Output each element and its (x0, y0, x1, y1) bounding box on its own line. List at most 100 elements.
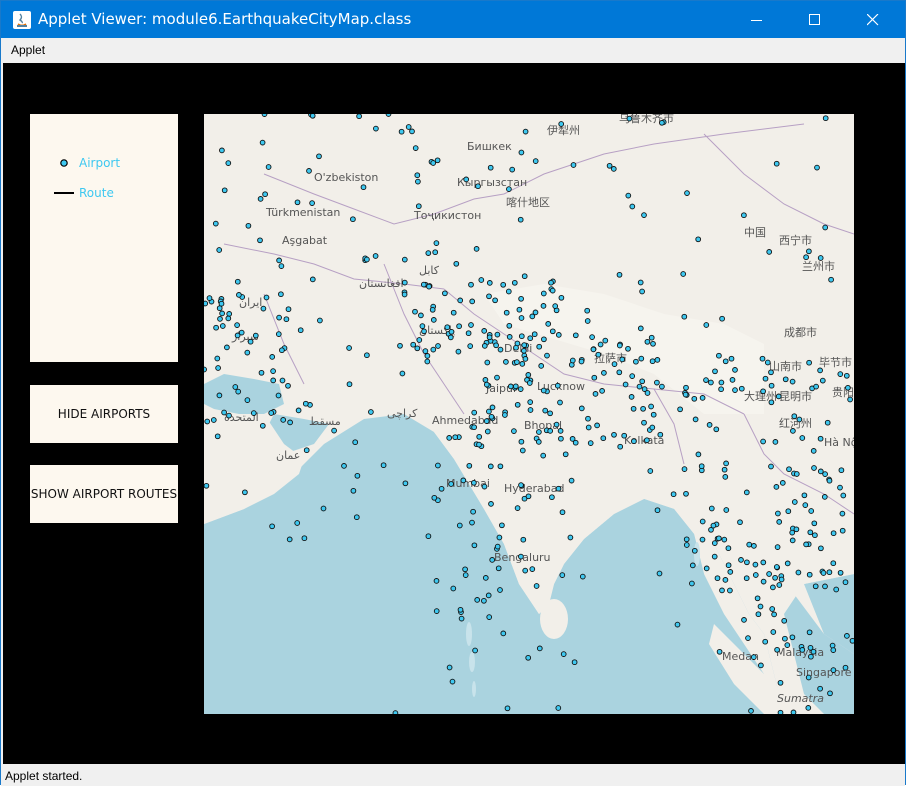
airport-marker[interactable] (471, 409, 478, 416)
airport-marker[interactable] (741, 617, 747, 623)
airport-marker[interactable] (695, 236, 702, 243)
airport-marker[interactable] (471, 542, 478, 549)
airport-marker[interactable] (762, 638, 769, 645)
airport-marker[interactable] (414, 172, 421, 179)
airport-marker[interactable] (629, 373, 636, 379)
airport-marker[interactable] (260, 305, 267, 312)
airport-marker[interactable] (492, 297, 498, 304)
airport-marker[interactable] (385, 114, 392, 117)
airport-marker[interactable] (766, 249, 773, 255)
airport-marker[interactable] (465, 330, 472, 337)
airport-marker[interactable] (221, 187, 228, 194)
airport-marker[interactable] (820, 570, 827, 576)
airport-marker[interactable] (557, 428, 564, 434)
airport-marker[interactable] (567, 534, 574, 541)
airport-marker[interactable] (802, 502, 809, 508)
airport-marker[interactable] (711, 553, 718, 560)
airport-marker[interactable] (536, 645, 543, 652)
airport-marker[interactable] (507, 383, 514, 390)
airport-marker[interactable] (745, 635, 751, 641)
airport-marker[interactable] (364, 256, 370, 263)
airport-marker[interactable] (784, 560, 791, 567)
airport-marker[interactable] (505, 288, 512, 295)
airport-marker[interactable] (431, 494, 438, 501)
airport-marker[interactable] (644, 338, 651, 345)
airport-marker[interactable] (725, 562, 732, 569)
airport-marker[interactable] (683, 490, 689, 497)
airport-marker[interactable] (346, 345, 352, 351)
airport-marker[interactable] (768, 463, 774, 470)
airport-marker[interactable] (317, 317, 323, 324)
airport-marker[interactable] (684, 190, 690, 196)
airport-marker[interactable] (204, 366, 207, 373)
airport-marker[interactable] (760, 578, 767, 585)
airport-marker[interactable] (257, 196, 264, 202)
airport-marker[interactable] (283, 316, 290, 323)
airport-marker[interactable] (225, 315, 232, 322)
airport-marker[interactable] (722, 474, 729, 480)
airport-marker[interactable] (782, 376, 789, 383)
airport-marker[interactable] (341, 463, 347, 469)
airport-marker[interactable] (814, 164, 820, 171)
airport-marker[interactable] (522, 567, 529, 574)
airport-marker[interactable] (279, 347, 285, 354)
airport-marker[interactable] (639, 288, 645, 295)
airport-marker[interactable] (456, 522, 463, 529)
airport-marker[interactable] (279, 377, 286, 384)
airport-marker[interactable] (713, 426, 720, 433)
airport-marker[interactable] (397, 342, 403, 349)
airport-marker[interactable] (219, 323, 226, 329)
airport-marker[interactable] (455, 348, 462, 355)
airport-marker[interactable] (654, 379, 660, 386)
airport-marker[interactable] (584, 318, 591, 324)
airport-marker[interactable] (555, 332, 562, 338)
airport-marker[interactable] (514, 505, 521, 511)
airport-marker[interactable] (775, 510, 781, 517)
airport-marker[interactable] (331, 427, 337, 434)
airport-marker[interactable] (744, 559, 750, 566)
airport-marker[interactable] (817, 685, 823, 692)
airport-marker[interactable] (275, 331, 282, 337)
airport-marker[interactable] (791, 413, 798, 420)
airport-marker[interactable] (644, 437, 650, 444)
airport-marker[interactable] (817, 255, 824, 261)
airport-marker[interactable] (649, 358, 656, 365)
airport-marker[interactable] (592, 391, 599, 397)
airport-marker[interactable] (429, 306, 436, 313)
airport-marker[interactable] (562, 451, 569, 458)
airport-marker[interactable] (514, 401, 521, 408)
airport-marker[interactable] (638, 355, 645, 362)
minimize-button[interactable] (728, 1, 786, 38)
airport-marker[interactable] (416, 337, 423, 343)
airport-marker[interactable] (824, 419, 831, 426)
airport-marker[interactable] (493, 342, 499, 349)
airport-marker[interactable] (752, 572, 759, 578)
title-bar[interactable]: Applet Viewer: module6.EarthquakeCityMap… (1, 1, 905, 38)
airport-marker[interactable] (751, 543, 757, 549)
airport-marker[interactable] (294, 520, 301, 526)
airport-marker[interactable] (822, 115, 829, 122)
airport-marker[interactable] (503, 359, 509, 365)
airport-marker[interactable] (489, 404, 496, 411)
airport-marker[interactable] (262, 191, 268, 198)
airport-marker[interactable] (425, 250, 432, 256)
airport-marker[interactable] (519, 361, 526, 367)
airport-marker[interactable] (518, 438, 525, 445)
airport-marker[interactable] (518, 553, 524, 560)
airport-marker[interactable] (708, 379, 714, 386)
airport-marker[interactable] (554, 382, 561, 389)
airport-marker[interactable] (518, 295, 524, 302)
airport-marker[interactable] (500, 281, 507, 288)
airport-marker[interactable] (320, 505, 327, 512)
airport-marker[interactable] (743, 489, 750, 496)
airport-marker[interactable] (540, 303, 547, 309)
airport-marker[interactable] (712, 368, 718, 375)
airport-marker[interactable] (217, 316, 223, 322)
airport-marker[interactable] (691, 547, 698, 554)
airport-marker[interactable] (640, 405, 646, 412)
airport-marker[interactable] (221, 409, 227, 416)
airport-marker[interactable] (626, 115, 633, 122)
airport-marker[interactable] (309, 114, 316, 119)
airport-marker[interactable] (568, 477, 575, 484)
airport-marker[interactable] (657, 431, 664, 438)
